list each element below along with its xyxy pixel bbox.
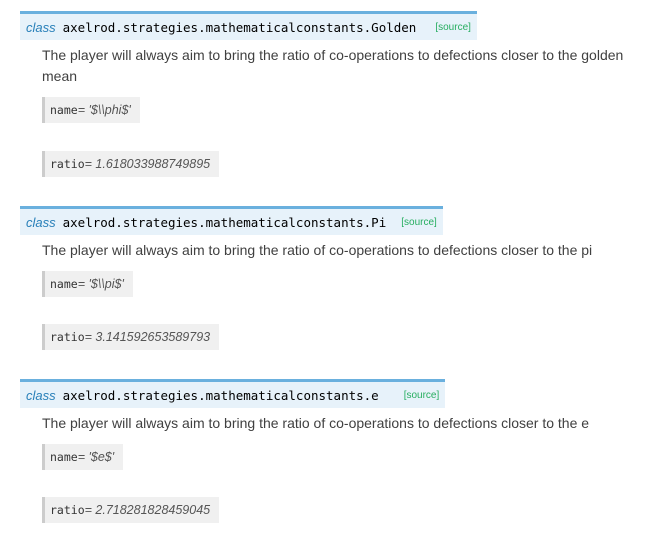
attribute-label: ratio — [50, 503, 85, 517]
attribute-label: ratio — [50, 157, 85, 171]
class-description: The player will always aim to bring the … — [42, 47, 624, 84]
class-name: axelrod.strategies.mathematicalconstants… — [62, 19, 417, 35]
attribute-label: name — [50, 450, 78, 464]
attribute-label: name — [50, 103, 78, 117]
attribute-label: ratio — [50, 330, 85, 344]
class-signature: class axelrod.strategies.mathematicalcon… — [20, 11, 477, 40]
ratio-attribute: ratio = 3.141592653589793 — [42, 324, 220, 350]
class-signature: class axelrod.strategies.mathematicalcon… — [20, 379, 446, 408]
class-name: axelrod.strategies.mathematicalconstants… — [62, 214, 387, 230]
class-description: The player will always aim to bring the … — [42, 415, 590, 431]
attribute-value: = 2.718281828459045 — [84, 503, 211, 517]
name-attribute: name = '$e$' — [42, 444, 124, 470]
class-name: axelrod.strategies.mathematicalconstants… — [62, 387, 379, 403]
attribute-value: = '$\\pi$' — [77, 277, 124, 291]
source-link[interactable]: [source] — [404, 390, 440, 401]
attribute-value: = '$\\phi$' — [77, 103, 131, 117]
name-attribute: name = '$\\pi$' — [42, 271, 133, 297]
class-keyword: class — [26, 387, 56, 403]
ratio-attribute: ratio = 2.718281828459045 — [42, 497, 220, 523]
name-attribute: name = '$\\phi$' — [42, 97, 140, 123]
source-link[interactable]: [source] — [401, 217, 437, 228]
attribute-value: = 1.618033988749895 — [84, 157, 211, 171]
source-link[interactable]: [source] — [435, 22, 471, 33]
class-keyword: class — [26, 214, 56, 230]
attribute-label: name — [50, 277, 78, 291]
attribute-value: = '$e$' — [77, 450, 115, 464]
class-keyword: class — [26, 19, 56, 35]
class-signature: class axelrod.strategies.mathematicalcon… — [20, 206, 443, 235]
ratio-attribute: ratio = 1.618033988749895 — [42, 151, 220, 177]
attribute-value: = 3.141592653589793 — [84, 330, 211, 344]
class-description: The player will always aim to bring the … — [42, 242, 593, 258]
